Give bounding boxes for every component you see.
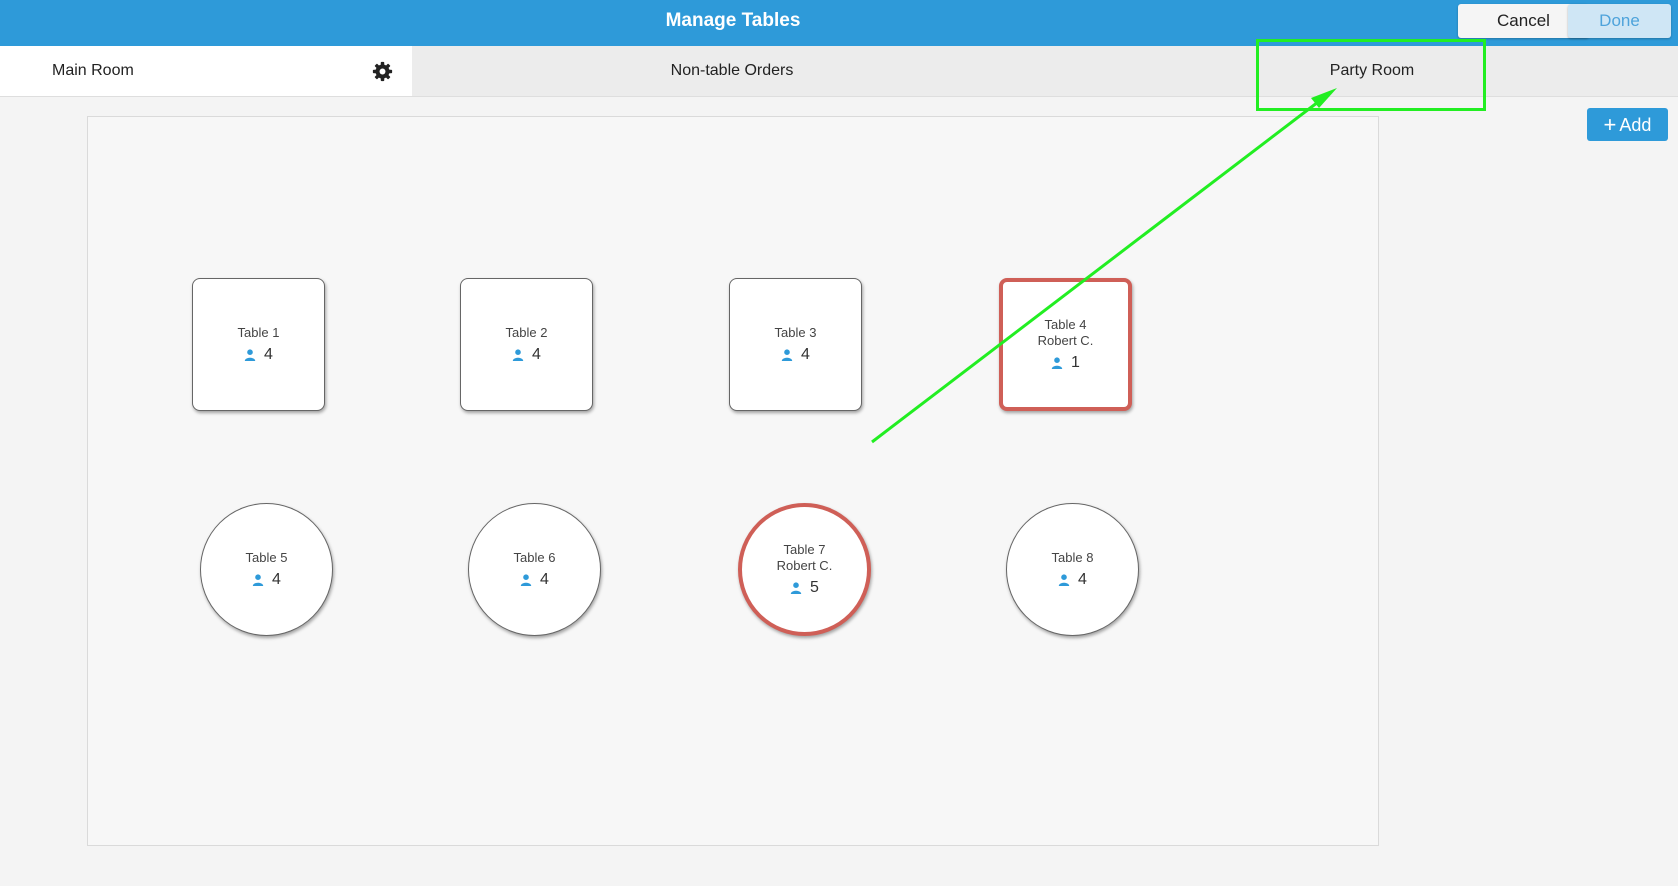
table-name: Table 1	[237, 325, 280, 340]
person-icon	[790, 582, 802, 594]
seat-number: 4	[540, 571, 549, 588]
seat-count: 4	[252, 571, 281, 589]
table-8[interactable]: Table 8 4	[1006, 503, 1139, 636]
seat-count: 4	[244, 346, 273, 364]
seat-number: 4	[1078, 571, 1087, 588]
add-table-button[interactable]: + Add	[1587, 108, 1668, 141]
seat-number: 4	[264, 346, 273, 363]
table-name: Table 2	[505, 325, 548, 340]
floor-plan: Table 1 4 Table 2 4 Table 3 4 Table 4 Ro…	[87, 116, 1379, 846]
server-name: Robert C.	[776, 558, 833, 573]
tab-main-room-label: Main Room	[52, 62, 134, 79]
tab-party-room[interactable]: Party Room	[1052, 46, 1678, 96]
table-6[interactable]: Table 6 4	[468, 503, 601, 636]
seat-number: 4	[532, 346, 541, 363]
table-3[interactable]: Table 3 4	[729, 278, 862, 411]
seat-count: 1	[1051, 354, 1080, 372]
table-5[interactable]: Table 5 4	[200, 503, 333, 636]
tab-main-room[interactable]: Main Room	[0, 46, 412, 96]
person-icon	[520, 574, 532, 586]
seat-number: 1	[1071, 354, 1080, 371]
table-name: Table 5	[245, 550, 288, 565]
table-name: Table 3	[774, 325, 817, 340]
table-name: Table 4	[1044, 317, 1087, 332]
table-name: Table 6	[513, 550, 556, 565]
tab-non-table-orders[interactable]: Non-table Orders	[412, 46, 1052, 96]
table-4[interactable]: Table 4 Robert C. 1	[999, 278, 1132, 411]
table-name: Table 7	[783, 542, 826, 557]
seat-count: 4	[512, 346, 541, 364]
table-name: Table 8	[1051, 550, 1094, 565]
gear-icon[interactable]	[372, 61, 393, 82]
room-tabs: Main Room Non-table Orders Party Room	[0, 46, 1678, 97]
person-icon	[1051, 357, 1063, 369]
person-icon	[244, 349, 256, 361]
seat-number: 4	[801, 346, 810, 363]
seat-count: 4	[520, 571, 549, 589]
person-icon	[1058, 574, 1070, 586]
done-button[interactable]: Done	[1568, 4, 1671, 38]
add-button-label: Add	[1619, 114, 1652, 135]
person-icon	[252, 574, 264, 586]
seat-count: 4	[1058, 571, 1087, 589]
plus-icon: +	[1603, 111, 1617, 137]
table-7[interactable]: Table 7 Robert C. 5	[738, 503, 871, 636]
seat-number: 4	[272, 571, 281, 588]
person-icon	[781, 349, 793, 361]
table-1[interactable]: Table 1 4	[192, 278, 325, 411]
seat-number: 5	[810, 579, 819, 596]
page-title: Manage Tables	[665, 10, 801, 31]
seat-count: 4	[781, 346, 810, 364]
app-header: Manage Tables Cancel Done	[0, 0, 1678, 46]
server-name: Robert C.	[1037, 333, 1094, 348]
person-icon	[512, 349, 524, 361]
table-2[interactable]: Table 2 4	[460, 278, 593, 411]
seat-count: 5	[790, 579, 819, 597]
